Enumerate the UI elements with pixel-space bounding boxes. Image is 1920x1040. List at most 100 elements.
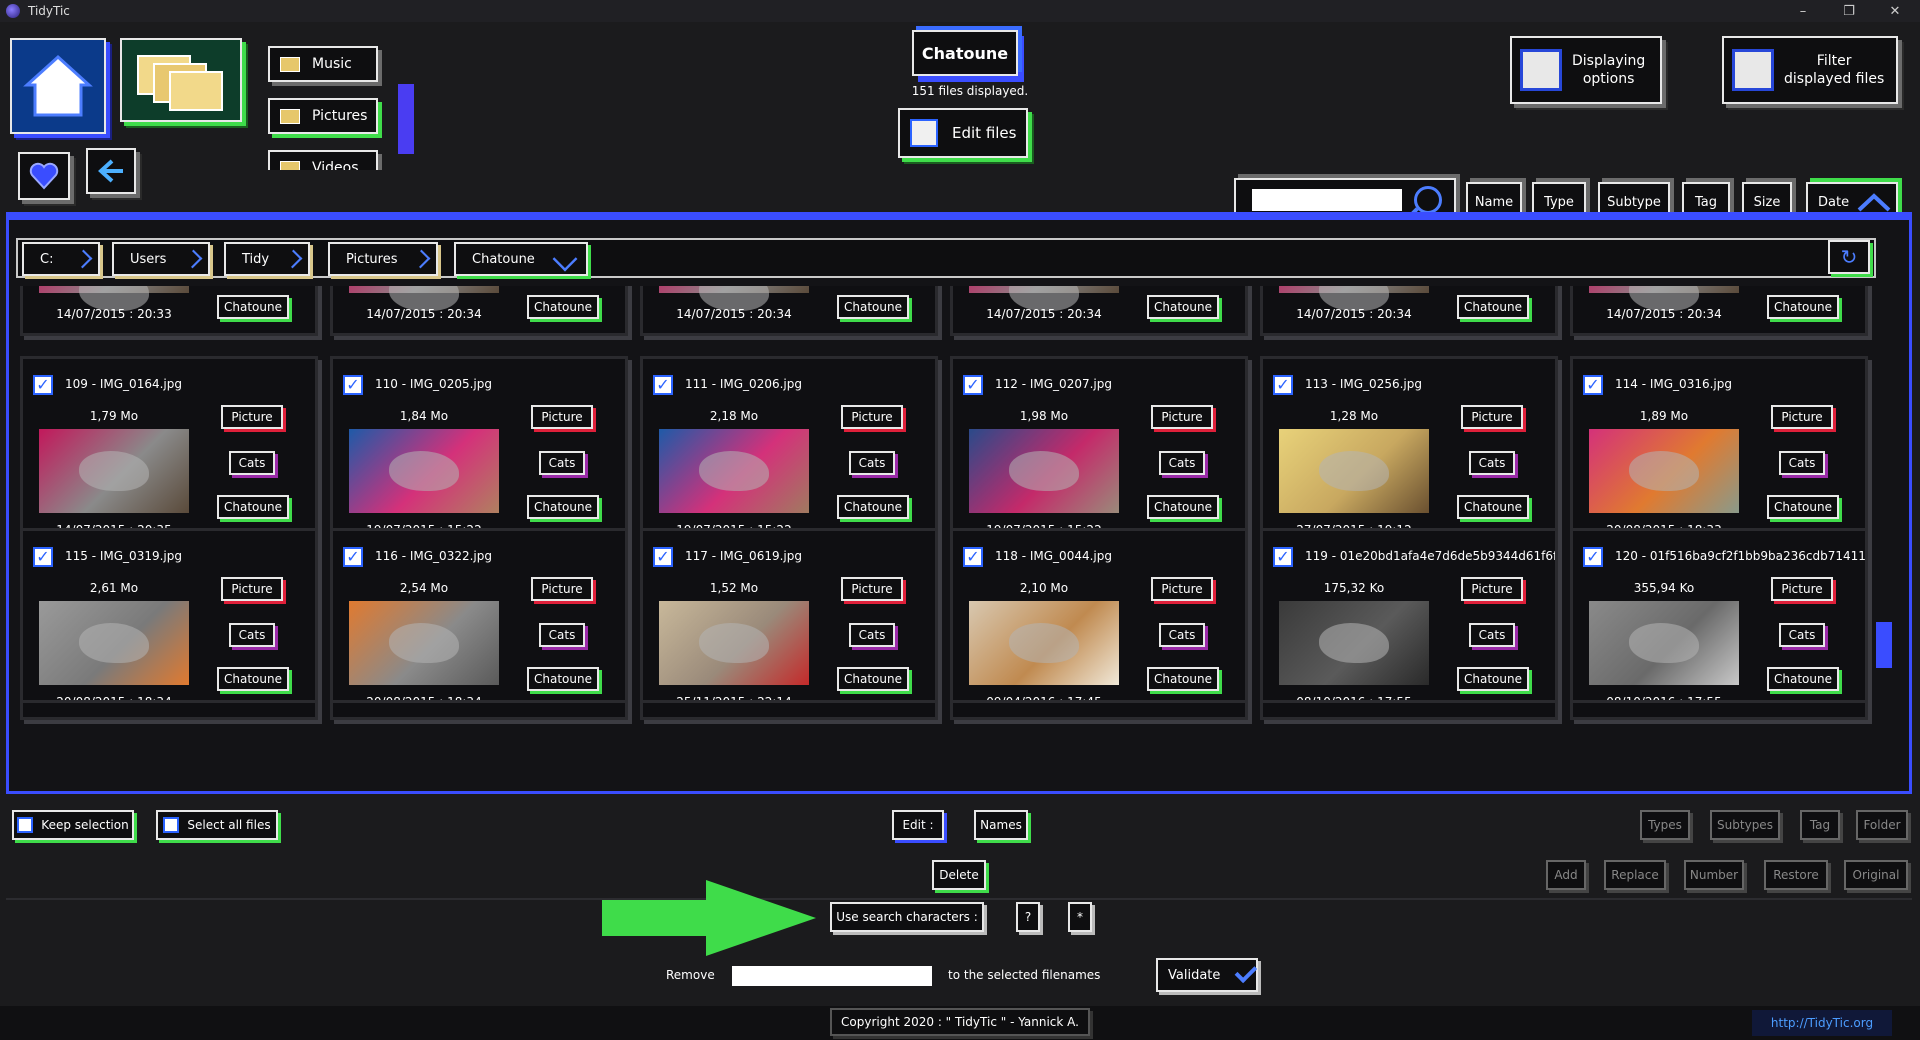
type-tag[interactable]: Picture: [1151, 577, 1213, 601]
checkbox-checked[interactable]: ✓: [343, 375, 363, 395]
file-card[interactable]: ✓115 - IMG_0319.jpg2,61 Mo20/08/2015 : 1…: [20, 528, 318, 720]
folder-tag[interactable]: Chatoune: [527, 495, 599, 519]
file-card[interactable]: 14/07/2015 : 20:34 Chatoune: [950, 286, 1248, 336]
refresh-button[interactable]: ↻: [1828, 240, 1870, 274]
file-card[interactable]: ✓113 - IMG_0256.jpg1,28 Mo27/07/2015 : 1…: [1260, 356, 1558, 548]
file-card[interactable]: [1260, 700, 1558, 720]
folder-tag[interactable]: Chatoune: [837, 667, 909, 691]
type-tag[interactable]: Picture: [841, 405, 903, 429]
breadcrumb-item-c[interactable]: C:: [22, 242, 100, 276]
remove-input[interactable]: [732, 966, 932, 986]
nav-item-videos[interactable]: Videos: [268, 150, 378, 170]
folder-tag[interactable]: Chatoune: [1457, 667, 1529, 691]
names-button[interactable]: Names: [974, 810, 1028, 840]
folder-tag[interactable]: Chatoune: [1147, 495, 1219, 519]
folder-button[interactable]: Folder: [1856, 810, 1908, 840]
checkbox-checked[interactable]: ✓: [963, 375, 983, 395]
file-card[interactable]: ✓116 - IMG_0322.jpg2,54 Mo20/08/2015 : 1…: [330, 528, 628, 720]
subtype-tag[interactable]: Cats: [1159, 451, 1205, 475]
checkbox-checked[interactable]: ✓: [1583, 375, 1603, 395]
thumbnail-image[interactable]: [969, 601, 1119, 685]
replace-button[interactable]: Replace: [1604, 860, 1666, 890]
subtype-tag[interactable]: Cats: [539, 623, 585, 647]
folder-tag[interactable]: Chatoune: [837, 495, 909, 519]
folder-tag[interactable]: Chatoune: [217, 667, 289, 691]
type-tag[interactable]: Picture: [1771, 405, 1833, 429]
folder-tag[interactable]: Chatoune: [527, 667, 599, 691]
type-tag[interactable]: Picture: [221, 405, 283, 429]
question-char-button[interactable]: ?: [1016, 902, 1040, 932]
file-card[interactable]: [20, 700, 318, 720]
folder-tag[interactable]: Chatoune: [1457, 495, 1529, 519]
thumbnail-image[interactable]: [659, 601, 809, 685]
search-input[interactable]: [1252, 189, 1402, 211]
thumbnail-image[interactable]: [1279, 286, 1429, 311]
breadcrumb-item-chatoune[interactable]: Chatoune: [454, 242, 588, 276]
restore-button[interactable]: ❐: [1826, 0, 1872, 22]
number-button[interactable]: Number: [1684, 860, 1744, 890]
file-card[interactable]: [640, 700, 938, 720]
file-card[interactable]: ✓110 - IMG_0205.jpg1,84 Mo19/07/2015 : 1…: [330, 356, 628, 548]
folder-tag[interactable]: Chatoune: [527, 295, 599, 319]
validate-button[interactable]: Validate: [1156, 958, 1258, 992]
folder-tag[interactable]: Chatoune: [837, 295, 909, 319]
type-tag[interactable]: Picture: [1461, 405, 1523, 429]
grid-scrollbar[interactable]: [1876, 622, 1892, 668]
folder-tag[interactable]: Chatoune: [1767, 295, 1839, 319]
search-icon[interactable]: [1414, 186, 1442, 214]
file-card[interactable]: 14/07/2015 : 20:34 Chatoune: [640, 286, 938, 336]
file-card[interactable]: ✓114 - IMG_0316.jpg1,89 Mo20/08/2015 : 1…: [1570, 356, 1868, 548]
folder-tag[interactable]: Chatoune: [1767, 667, 1839, 691]
folder-tag[interactable]: Chatoune: [217, 295, 289, 319]
file-card[interactable]: [330, 700, 628, 720]
edit-files-button[interactable]: Edit files: [898, 108, 1028, 158]
checkbox-checked[interactable]: ✓: [653, 547, 673, 567]
type-tag[interactable]: Picture: [221, 577, 283, 601]
thumbnail-image[interactable]: [39, 429, 189, 513]
subtype-tag[interactable]: Cats: [849, 623, 895, 647]
thumbnail-image[interactable]: [349, 601, 499, 685]
breadcrumb-item-pictures[interactable]: Pictures: [328, 242, 438, 276]
thumbnail-image[interactable]: [1589, 286, 1739, 311]
subtype-tag[interactable]: Cats: [229, 623, 275, 647]
thumbnail-image[interactable]: [659, 286, 809, 311]
minimize-button[interactable]: –: [1780, 0, 1826, 22]
nav-item-pictures[interactable]: Pictures: [268, 98, 378, 134]
type-tag[interactable]: Picture: [841, 577, 903, 601]
file-card[interactable]: ✓111 - IMG_0206.jpg2,18 Mo19/07/2015 : 1…: [640, 356, 938, 548]
type-tag[interactable]: Picture: [531, 577, 593, 601]
delete-button[interactable]: Delete: [932, 860, 986, 890]
checkbox-checked[interactable]: ✓: [963, 547, 983, 567]
folders-button[interactable]: [120, 38, 242, 122]
type-tag[interactable]: Picture: [531, 405, 593, 429]
thumbnail-image[interactable]: [969, 286, 1119, 311]
subtype-tag[interactable]: Cats: [1159, 623, 1205, 647]
folder-tag[interactable]: Chatoune: [1147, 667, 1219, 691]
thumbnail-image[interactable]: [659, 429, 809, 513]
thumbnail-image[interactable]: [969, 429, 1119, 513]
file-card[interactable]: [1570, 700, 1868, 720]
home-button[interactable]: [10, 38, 106, 134]
file-card[interactable]: ✓109 - IMG_0164.jpg1,79 Mo14/07/2015 : 2…: [20, 356, 318, 548]
filter-files-button[interactable]: Filter displayed files: [1722, 36, 1898, 104]
folder-tag[interactable]: Chatoune: [1767, 495, 1839, 519]
folder-tag[interactable]: Chatoune: [1147, 295, 1219, 319]
back-button[interactable]: [86, 148, 136, 194]
file-card[interactable]: ✓ 120 - 01f516ba9cf2f1bb9ba236cdb71411(35…: [1570, 528, 1868, 720]
subtype-tag[interactable]: Cats: [1779, 451, 1825, 475]
thumbnail-image[interactable]: [1279, 601, 1429, 685]
types-button[interactable]: Types: [1640, 810, 1690, 840]
close-button[interactable]: ✕: [1872, 0, 1918, 22]
file-card[interactable]: ✓117 - IMG_0619.jpg1,52 Mo25/11/2015 : 2…: [640, 528, 938, 720]
folder-tag[interactable]: Chatoune: [217, 495, 289, 519]
subtype-tag[interactable]: Cats: [1469, 451, 1515, 475]
subtype-tag[interactable]: Cats: [1779, 623, 1825, 647]
subtype-tag[interactable]: Cats: [539, 451, 585, 475]
file-card[interactable]: 14/07/2015 : 20:33 Chatoune: [20, 286, 318, 336]
thumbnail-image[interactable]: [1279, 429, 1429, 513]
checkbox-checked[interactable]: ✓: [653, 375, 673, 395]
file-card[interactable]: 14/07/2015 : 20:34 Chatoune: [1570, 286, 1868, 336]
file-card[interactable]: 14/07/2015 : 20:34 Chatoune: [1260, 286, 1558, 336]
checkbox-checked[interactable]: ✓: [1273, 375, 1293, 395]
keep-selection-button[interactable]: Keep selection: [12, 810, 134, 840]
